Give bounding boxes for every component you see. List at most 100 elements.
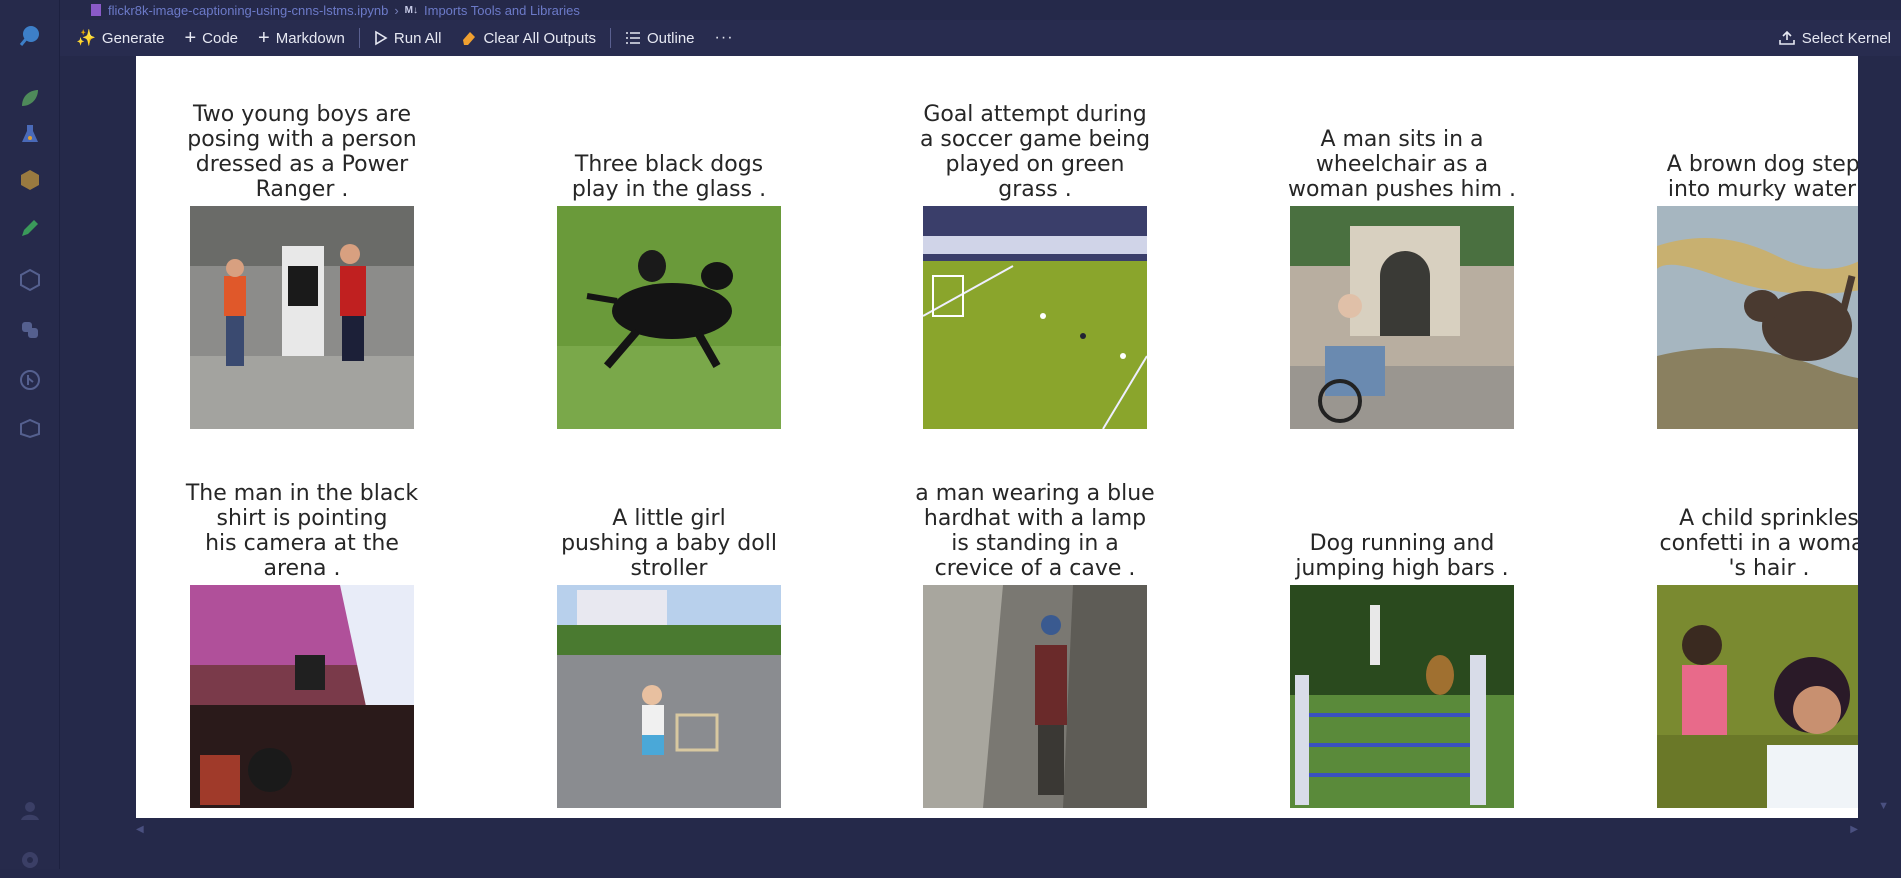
caption-line: hardhat with a lamp (900, 506, 1170, 531)
outline-label: Outline (647, 30, 695, 47)
flask-icon[interactable] (12, 116, 48, 152)
photo-brown-dog-water (1657, 206, 1858, 429)
photo-cave-hardhat (923, 585, 1147, 808)
clear-outputs-label: Clear All Outputs (483, 30, 596, 47)
list-icon (625, 31, 641, 45)
breadcrumb-section[interactable]: Imports Tools and Libraries (424, 3, 580, 18)
caption-line: posing with a person (167, 127, 437, 152)
play-icon (374, 30, 388, 46)
caption-line: pushing a baby doll (534, 531, 804, 556)
caption: Dog running and jumping high bars . (1267, 531, 1537, 581)
notebook-toolbar: ✨ Generate + Code + Markdown Run All Cle… (60, 20, 1901, 56)
more-actions-button[interactable]: ··· (705, 24, 744, 52)
search-icon[interactable] (12, 18, 48, 54)
caption-line: play in the glass . (534, 177, 804, 202)
photo-girl-stroller (557, 585, 781, 808)
breadcrumb: flickr8k-image-captioning-using-cnns-lst… (60, 0, 1901, 20)
markdown-badge: M↓ (405, 5, 418, 16)
breadcrumb-file[interactable]: flickr8k-image-captioning-using-cnns-lst… (108, 3, 388, 18)
caption-line: played on green (900, 152, 1170, 177)
git-icon[interactable] (12, 362, 48, 398)
sparkle-icon: ✨ (76, 28, 96, 48)
generate-button[interactable]: ✨ Generate (74, 24, 174, 52)
run-all-button[interactable]: Run All (364, 24, 452, 52)
caption-line: his camera at the (167, 531, 437, 556)
caption-line: crevice of a cave . (900, 556, 1170, 581)
add-code-button[interactable]: + Code (174, 24, 248, 52)
photo-soccer-game (923, 206, 1147, 429)
caption-line: shirt is pointing (167, 506, 437, 531)
photo-dog-agility (1290, 585, 1514, 808)
outline-button[interactable]: Outline (615, 24, 705, 52)
image-caption-card: A brown dog steps into murky water . (1634, 56, 1858, 433)
account-icon[interactable] (12, 792, 48, 828)
select-kernel-label: Select Kernel (1802, 30, 1891, 47)
caption-line: into murky water . (1634, 177, 1858, 202)
caption-line: A brown dog steps (1634, 152, 1858, 177)
cell-output: Two young boys are posing with a person … (136, 56, 1858, 818)
caption-line: 's hair . (1634, 556, 1858, 581)
caption-line: grass . (900, 177, 1170, 202)
caption: Two young boys are posing with a person … (167, 102, 437, 202)
run-all-label: Run All (394, 30, 442, 47)
notebook-icon (90, 3, 102, 17)
image-caption-card: Dog running and jumping high bars . (1267, 433, 1537, 818)
photo-confetti (1657, 585, 1858, 808)
caption: A brown dog steps into murky water . (1634, 152, 1858, 202)
clear-outputs-button[interactable]: Clear All Outputs (451, 24, 606, 52)
image-caption-card: Goal attempt during a soccer game being … (900, 56, 1170, 433)
caption-line: arena . (167, 556, 437, 581)
caption-line: Two young boys are (167, 102, 437, 127)
caption-line: wheelchair as a (1267, 152, 1537, 177)
plus-icon: + (184, 27, 196, 50)
caption-line: is standing in a (900, 531, 1170, 556)
scroll-left-icon[interactable]: ◀ (136, 824, 144, 835)
caption: A man sits in a wheelchair as a woman pu… (1267, 127, 1537, 202)
caption: A little girl pushing a baby doll stroll… (534, 506, 804, 581)
caption-line: A little girl (534, 506, 804, 531)
pen-icon[interactable] (12, 210, 48, 246)
caption-line: jumping high bars . (1267, 556, 1537, 581)
add-markdown-button[interactable]: + Markdown (248, 24, 355, 52)
leaf-icon[interactable] (12, 80, 48, 116)
caption: The man in the black shirt is pointing h… (167, 481, 437, 581)
caption: Goal attempt during a soccer game being … (900, 102, 1170, 202)
image-caption-card: Two young boys are posing with a person … (167, 56, 437, 433)
caption-line: stroller (534, 556, 804, 581)
box-icon[interactable] (12, 410, 48, 446)
image-caption-card: A little girl pushing a baby doll stroll… (534, 433, 804, 818)
caption-line: Goal attempt during (900, 102, 1170, 127)
scroll-right-icon[interactable]: ▶ (1850, 824, 1858, 835)
scroll-down-icon[interactable]: ▼ (1878, 800, 1889, 812)
caption: a man wearing a blue hardhat with a lamp… (900, 481, 1170, 581)
caption-line: dressed as a Power (167, 152, 437, 177)
caption-line: Ranger . (167, 177, 437, 202)
ellipsis-icon: ··· (715, 29, 734, 47)
select-kernel-button[interactable]: Select Kernel (1768, 24, 1901, 52)
photo-wheelchair (1290, 206, 1514, 429)
caption-line: The man in the black (167, 481, 437, 506)
settings-icon[interactable] (12, 842, 48, 878)
photo-power-ranger (190, 206, 414, 429)
cube-icon[interactable] (12, 262, 48, 298)
eraser-icon (461, 30, 477, 46)
caption-line: confetti in a woman (1634, 531, 1858, 556)
markdown-label: Markdown (276, 30, 345, 47)
plus-icon: + (258, 27, 270, 50)
image-caption-card: A man sits in a wheelchair as a woman pu… (1267, 56, 1537, 433)
caption-line: Three black dogs (534, 152, 804, 177)
code-label: Code (202, 30, 238, 47)
toolbar-divider (359, 28, 360, 48)
photo-arena-camera (190, 585, 414, 808)
chevron-right-icon: › (394, 3, 398, 18)
caption-line: a soccer game being (900, 127, 1170, 152)
python-icon[interactable] (12, 312, 48, 348)
horizontal-scrollbar[interactable]: ◀ ▶ (136, 824, 1858, 840)
photo-black-dogs (557, 206, 781, 429)
toolbar-divider (610, 28, 611, 48)
caption: A child sprinkles confetti in a woman 's… (1634, 506, 1858, 581)
caption-line: A man sits in a (1267, 127, 1537, 152)
package-icon[interactable] (12, 162, 48, 198)
image-caption-card: Three black dogs play in the glass . (534, 56, 804, 433)
image-caption-card: The man in the black shirt is pointing h… (167, 433, 437, 818)
